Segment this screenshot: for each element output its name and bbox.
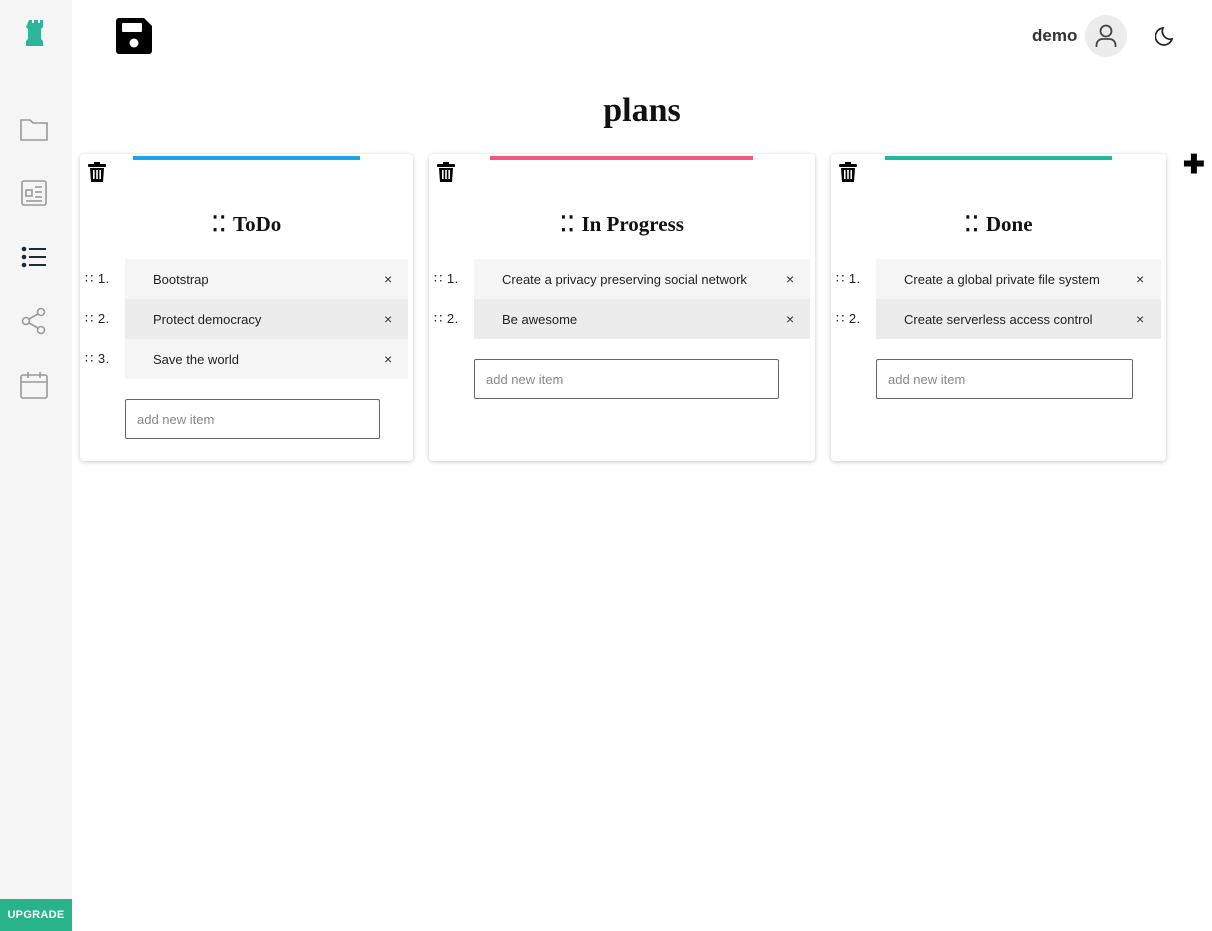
trash-icon[interactable]: [437, 162, 455, 182]
sidebar-item-lists[interactable]: [19, 242, 49, 272]
add-item-input[interactable]: [125, 399, 380, 439]
moon-icon[interactable]: [1155, 25, 1177, 47]
column-title-text: In Progress: [581, 212, 684, 236]
folder-icon: [20, 119, 48, 141]
trash-icon[interactable]: [88, 162, 106, 182]
column-done: ⁚⁚ Done ∷ 1. Create a global private file…: [831, 154, 1166, 461]
column-accent-bar: [885, 156, 1112, 160]
column-accent-bar: [133, 156, 360, 160]
item-text[interactable]: Bootstrap: [125, 259, 408, 299]
remove-item-button[interactable]: ×: [384, 271, 392, 287]
sidebar-item-calendar[interactable]: [19, 370, 49, 400]
remove-item-button[interactable]: ×: [1136, 311, 1144, 327]
item-number[interactable]: ∷ 1.: [836, 271, 861, 287]
avatar[interactable]: [1085, 15, 1128, 57]
item-number[interactable]: ∷ 1.: [434, 271, 459, 287]
share-icon: [21, 307, 46, 335]
remove-item-button[interactable]: ×: [786, 311, 794, 327]
remove-item-button[interactable]: ×: [384, 311, 392, 327]
sidebar-item-files[interactable]: [19, 114, 49, 144]
sidebar-item-documents[interactable]: [19, 178, 49, 208]
item-number[interactable]: ∷ 2.: [434, 311, 459, 327]
save-icon[interactable]: [116, 18, 152, 54]
drag-handle-icon[interactable]: ⁚⁚: [212, 212, 227, 236]
remove-item-button[interactable]: ×: [786, 271, 794, 287]
list-icon: [21, 246, 46, 268]
add-item-input[interactable]: [474, 359, 779, 399]
user-menu: demo: [1032, 15, 1128, 57]
column-title-text: Done: [985, 212, 1033, 236]
upgrade-button[interactable]: UPGRADE: [0, 899, 72, 931]
drag-handle-icon[interactable]: ⁚⁚: [560, 212, 575, 236]
item-text[interactable]: Protect democracy: [125, 299, 408, 339]
column-title[interactable]: ⁚⁚ In Progress: [429, 212, 815, 237]
item-number[interactable]: ∷ 2.: [836, 311, 861, 327]
item-text[interactable]: Save the world: [125, 339, 408, 379]
add-column-button[interactable]: ✚: [1183, 151, 1205, 177]
drag-handle-icon[interactable]: ⁚⁚: [964, 212, 979, 236]
calendar-icon: [20, 372, 48, 399]
remove-item-button[interactable]: ×: [1136, 271, 1144, 287]
list-item[interactable]: ∷ 1. Bootstrap ×: [80, 259, 413, 299]
list-item[interactable]: ∷ 2. Create serverless access control ×: [831, 299, 1166, 339]
list-item[interactable]: ∷ 2. Protect democracy ×: [80, 299, 413, 339]
user-icon: [1095, 24, 1117, 47]
username[interactable]: demo: [1032, 26, 1077, 46]
item-text[interactable]: Be awesome: [474, 299, 810, 339]
tower-logo-icon[interactable]: [26, 18, 46, 46]
add-item-input[interactable]: [876, 359, 1133, 399]
item-text[interactable]: Create serverless access control: [876, 299, 1161, 339]
list-item[interactable]: ∷ 1. Create a global private file system…: [831, 259, 1166, 299]
document-icon: [21, 180, 47, 206]
item-text[interactable]: Create a global private file system: [876, 259, 1161, 299]
item-text[interactable]: Create a privacy preserving social netwo…: [474, 259, 810, 299]
trash-icon[interactable]: [839, 162, 857, 182]
remove-item-button[interactable]: ×: [384, 351, 392, 367]
column-title[interactable]: ⁚⁚ Done: [831, 212, 1166, 237]
column-title[interactable]: ⁚⁚ ToDo: [80, 212, 413, 237]
page-title: plans: [603, 92, 681, 129]
column-todo: ⁚⁚ ToDo ∷ 1. Bootstrap × ∷ 2. Protect dem…: [80, 154, 413, 461]
list-item[interactable]: ∷ 2. Be awesome ×: [429, 299, 815, 339]
list-item[interactable]: ∷ 3. Save the world ×: [80, 339, 413, 379]
item-number[interactable]: ∷ 3.: [85, 351, 110, 367]
item-number[interactable]: ∷ 1.: [85, 271, 110, 287]
item-number[interactable]: ∷ 2.: [85, 311, 110, 327]
column-accent-bar: [490, 156, 753, 160]
column-title-text: ToDo: [233, 212, 282, 236]
sidebar-item-share[interactable]: [19, 306, 49, 336]
sidebar: UPGRADE: [0, 0, 72, 931]
list-item[interactable]: ∷ 1. Create a privacy preserving social …: [429, 259, 815, 299]
column-in-progress: ⁚⁚ In Progress ∷ 1. Create a privacy pres…: [429, 154, 815, 461]
